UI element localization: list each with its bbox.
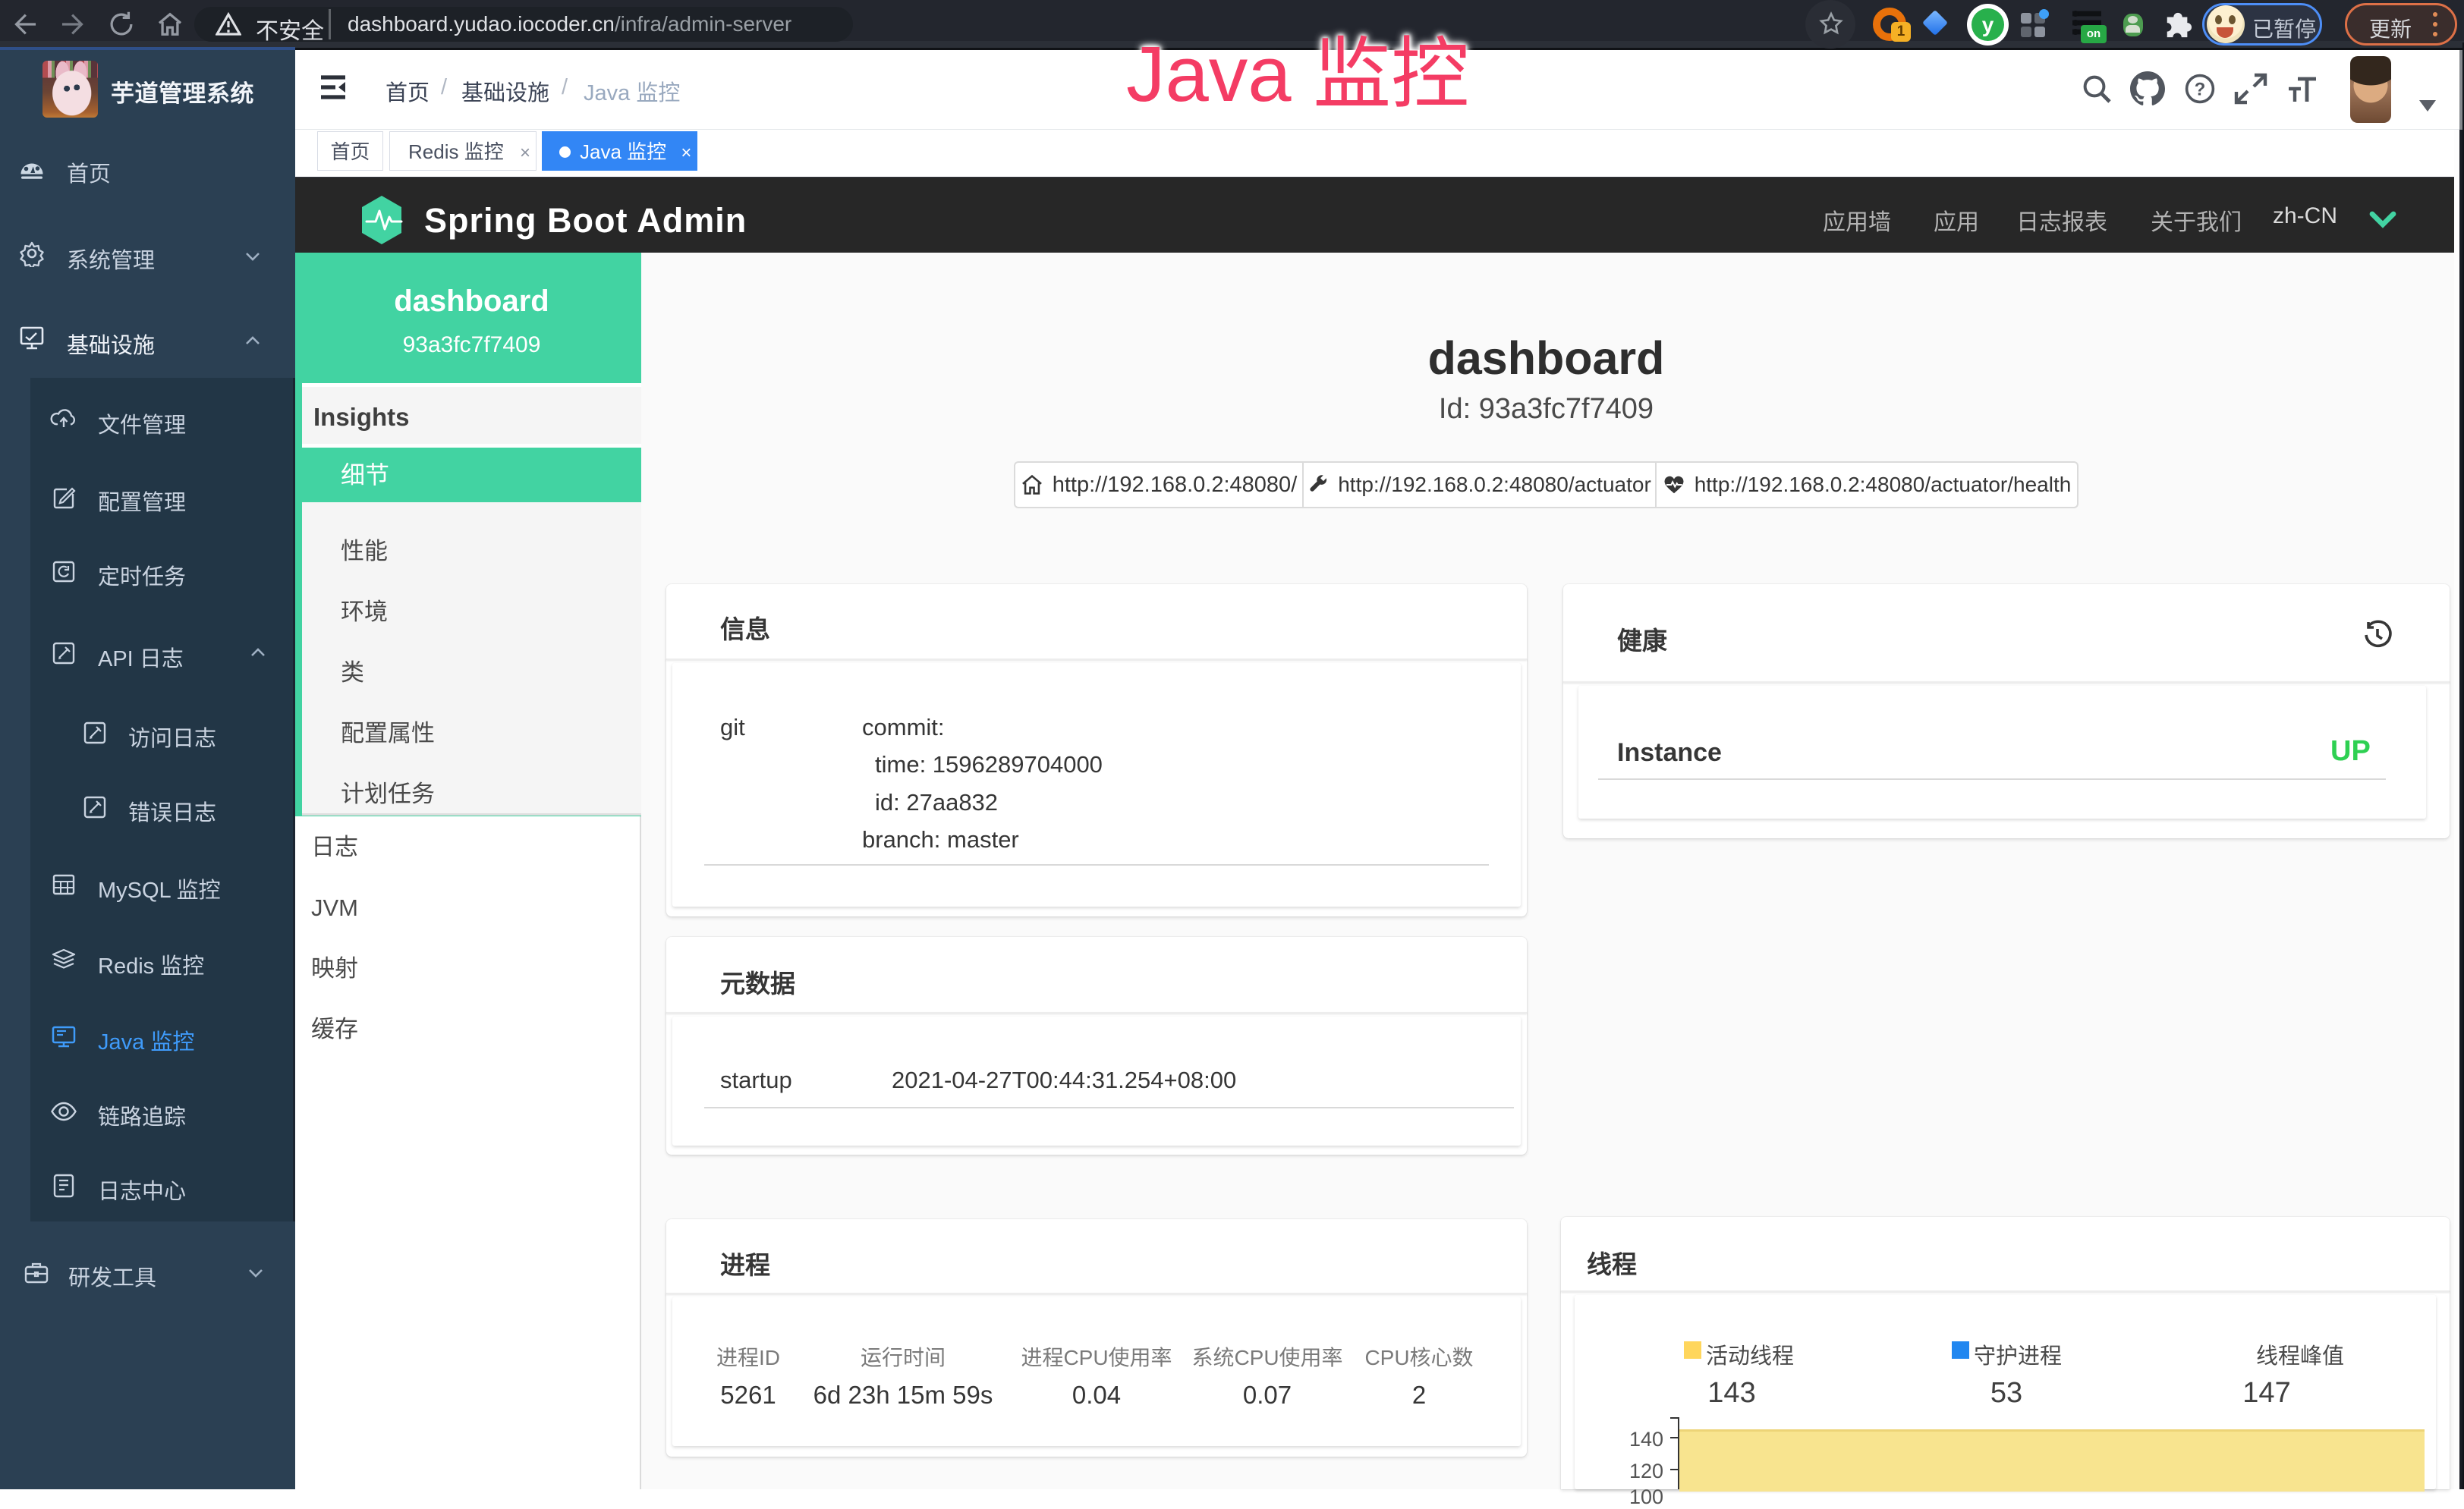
- svg-text:?: ?: [2195, 80, 2206, 100]
